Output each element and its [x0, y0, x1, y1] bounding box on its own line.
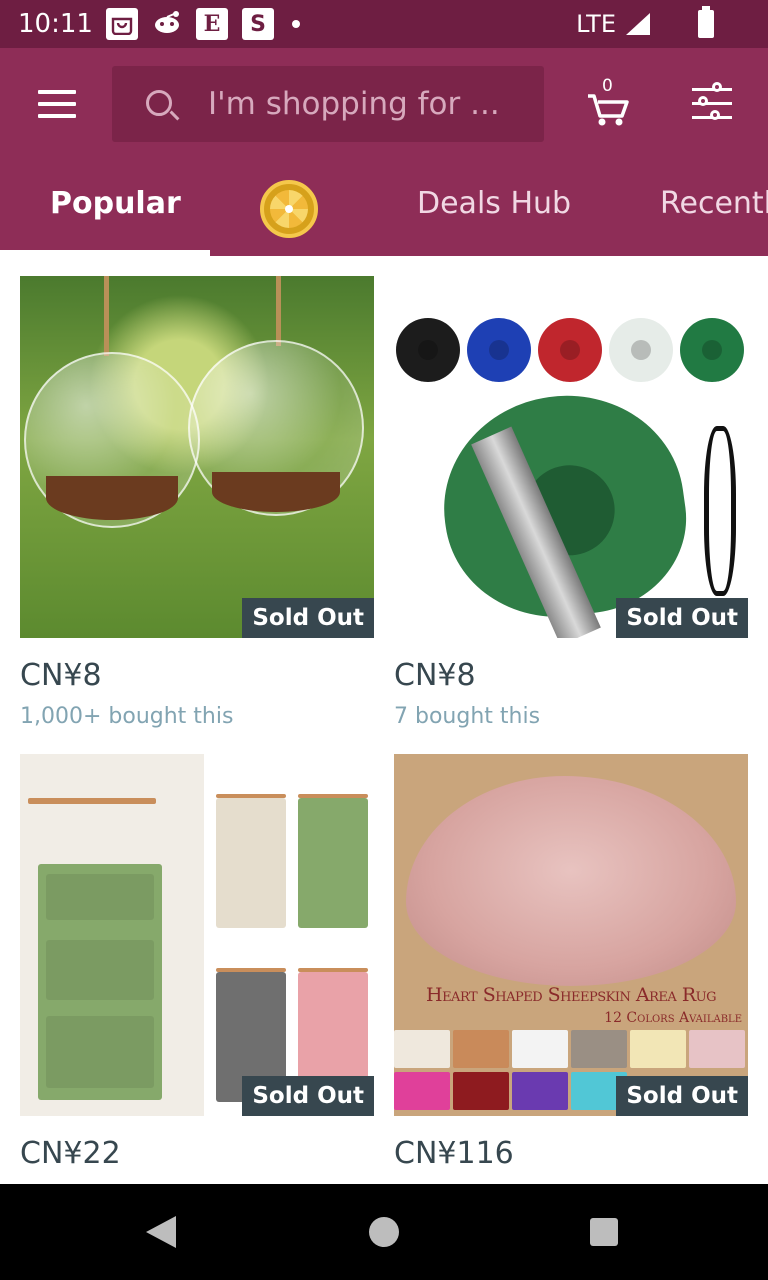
search-icon — [146, 90, 172, 116]
color-swatch — [512, 1030, 568, 1068]
hamburger-icon-bar — [38, 114, 76, 118]
sold-out-badge: Sold Out — [616, 1076, 748, 1116]
s-app-icon: S — [242, 8, 274, 40]
product-bought-count: 1,000+ bought this — [20, 704, 234, 729]
category-tabs: Popular Deals Hub Recently — [0, 168, 768, 256]
tab-active-indicator — [0, 250, 210, 256]
green-organizer — [298, 798, 368, 928]
etsy-icon: E — [196, 8, 228, 40]
color-swatch — [689, 1030, 745, 1068]
back-icon[interactable] — [146, 1216, 176, 1248]
color-swatch — [394, 1072, 450, 1110]
heart-rug — [406, 776, 736, 986]
cart-count-badge: 0 — [602, 76, 613, 96]
network-type: LTE — [576, 10, 616, 38]
recent-apps-icon[interactable] — [590, 1218, 618, 1246]
rug-image-title: Heart Shaped Sheepskin Area Rug — [426, 984, 716, 1006]
organizer-pocket — [46, 1016, 154, 1088]
search-input[interactable] — [208, 66, 528, 142]
rope — [276, 276, 281, 346]
power-cable — [704, 426, 736, 596]
terrarium-soil — [212, 472, 340, 512]
tape-reel — [609, 318, 673, 382]
beige-organizer — [216, 798, 286, 928]
color-swatch — [453, 1030, 509, 1068]
product-image[interactable]: Heart Shaped Sheepskin Area Rug 12 Color… — [394, 754, 748, 1116]
product-bought-count: 7 bought this — [394, 704, 541, 729]
filter-icon-knob — [710, 110, 720, 120]
product-price: CN¥8 — [20, 658, 102, 693]
status-notification-icons: E S — [106, 8, 300, 40]
tab-popular[interactable]: Popular — [50, 186, 181, 221]
product-price: CN¥8 — [394, 658, 476, 693]
tape-reel — [396, 318, 460, 382]
signal-icon — [626, 13, 650, 35]
hamburger-icon-bar — [38, 102, 76, 106]
color-swatch — [512, 1072, 568, 1110]
organizer-pocket — [46, 940, 154, 1000]
status-time: 10:11 — [18, 9, 93, 39]
color-swatch — [394, 1030, 450, 1068]
product-image[interactable]: Sold Out — [20, 754, 374, 1116]
product-image[interactable]: Sold Out — [394, 276, 748, 638]
status-network: LTE — [576, 8, 652, 40]
shopping-bag-icon — [106, 8, 138, 40]
sold-out-badge: Sold Out — [242, 598, 374, 638]
filter-icon-knob — [712, 82, 722, 92]
rope — [104, 276, 109, 356]
color-swatch — [571, 1030, 627, 1068]
hamburger-icon-bar — [38, 90, 76, 94]
product-price: CN¥22 — [20, 1136, 121, 1171]
tape-reel — [538, 318, 602, 382]
status-bar: 10:11 E S LTE — [0, 0, 768, 48]
tape-reel — [467, 318, 531, 382]
tab-recently[interactable]: Recently — [660, 186, 768, 221]
battery-icon — [698, 6, 714, 38]
menu-button[interactable] — [38, 90, 76, 118]
cart-button[interactable]: 0 — [586, 76, 630, 128]
hanging-rod — [28, 798, 156, 804]
home-icon[interactable] — [369, 1217, 399, 1247]
tape-reel — [680, 318, 744, 382]
spin-wheel-icon[interactable] — [260, 180, 318, 238]
rug-image-subtitle: 12 Colors Available — [604, 1010, 742, 1026]
color-swatch — [453, 1072, 509, 1110]
product-image[interactable]: Sold Out — [20, 276, 374, 638]
sold-out-badge: Sold Out — [616, 598, 748, 638]
tab-deals-hub[interactable]: Deals Hub — [417, 186, 571, 221]
filter-button[interactable] — [692, 82, 732, 122]
notification-dot-icon — [292, 20, 300, 28]
organizer-pocket — [46, 874, 154, 920]
system-navigation-bar — [0, 1184, 768, 1280]
filter-icon-knob — [698, 96, 708, 106]
color-swatch — [630, 1030, 686, 1068]
reddit-icon — [152, 9, 182, 39]
sold-out-badge: Sold Out — [242, 1076, 374, 1116]
terrarium-soil — [46, 476, 178, 520]
search-box[interactable] — [112, 66, 544, 142]
product-price: CN¥116 — [394, 1136, 514, 1171]
